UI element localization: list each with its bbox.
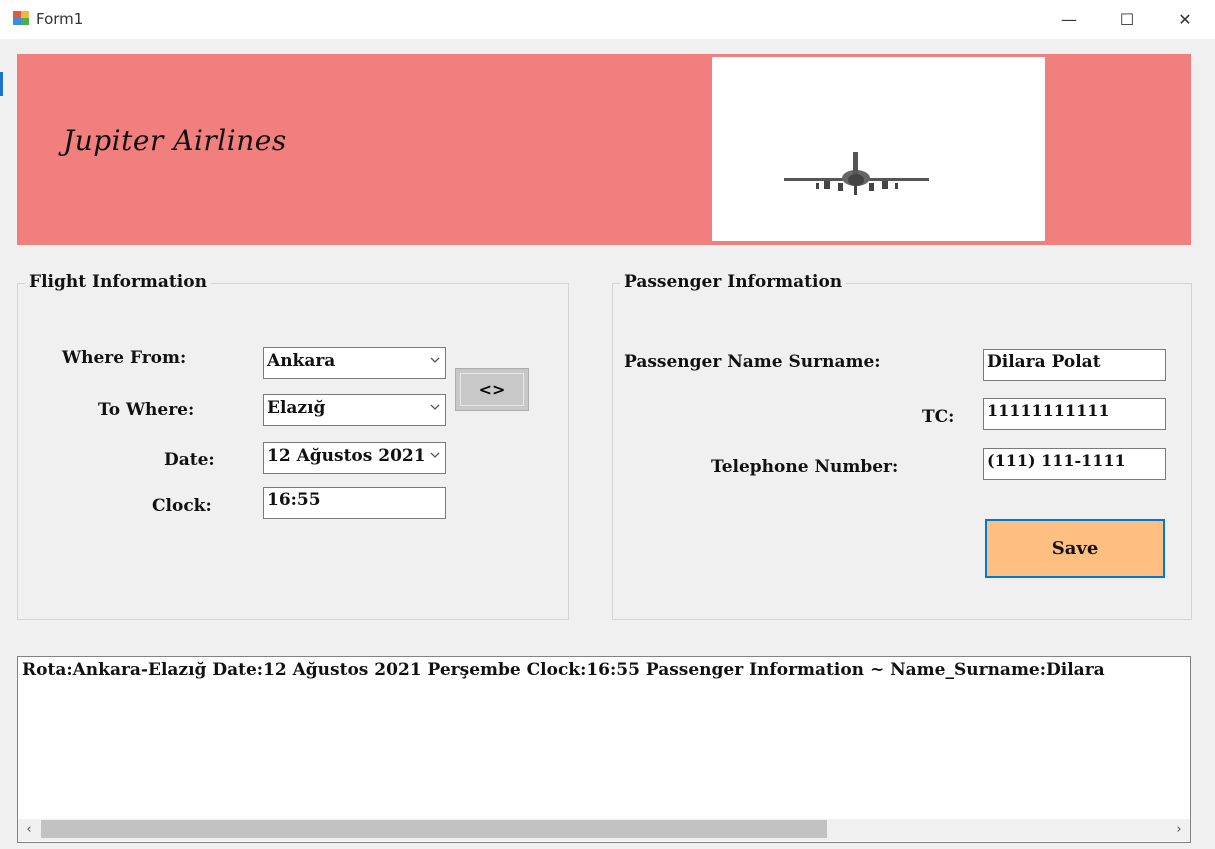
where-from-label: Where From: [62, 348, 187, 368]
close-icon: ✕ [1178, 10, 1192, 29]
where-from-value: Ankara [267, 351, 336, 371]
output-text: Rota:Ankara-Elazığ Date:12 Ağustos 2021 … [22, 660, 1105, 680]
airplane-icon [784, 152, 929, 195]
maximize-icon: ☐ [1119, 10, 1135, 29]
scroll-left-button[interactable]: ‹ [20, 819, 38, 839]
chevron-down-icon [430, 357, 440, 363]
edge-artifact [0, 72, 3, 96]
output-textbox[interactable] [17, 656, 1191, 843]
telephone-label: Telephone Number: [711, 457, 899, 477]
date-picker[interactable]: 12 Ağustos 2021 [263, 442, 446, 474]
save-button[interactable]: Save [985, 519, 1165, 578]
title-bar [0, 0, 1215, 39]
minimize-button[interactable]: — [1040, 0, 1098, 39]
clock-label: Clock: [152, 496, 212, 516]
brand-title: Jupiter Airlines [63, 124, 287, 157]
chevron-down-icon [430, 452, 440, 458]
telephone-input[interactable]: (111) 111-1111 [983, 448, 1166, 480]
swap-label: <> [460, 373, 524, 406]
tc-input[interactable]: 11111111111 [983, 398, 1166, 430]
clock-input[interactable]: 16:55 [263, 487, 446, 519]
to-where-label: To Where: [98, 400, 195, 420]
date-label: Date: [164, 450, 215, 470]
tc-label: TC: [922, 407, 955, 427]
scroll-right-button[interactable]: › [1170, 819, 1188, 839]
passenger-name-label: Passenger Name Surname: [624, 352, 881, 372]
date-value: 12 Ağustos 2021 [267, 446, 425, 466]
flight-group-title: Flight Information [25, 272, 211, 292]
maximize-button[interactable]: ☐ [1098, 0, 1156, 39]
airplane-image [712, 57, 1045, 241]
app-icon [13, 11, 29, 25]
close-button[interactable]: ✕ [1156, 0, 1214, 39]
to-where-value: Elazığ [267, 398, 326, 418]
minimize-icon: — [1061, 10, 1077, 29]
chevron-down-icon [430, 404, 440, 410]
scrollbar-thumb[interactable] [41, 820, 827, 838]
where-from-combobox[interactable]: Ankara [263, 347, 446, 379]
to-where-combobox[interactable]: Elazığ [263, 394, 446, 426]
swap-route-button[interactable]: <> [455, 368, 529, 411]
passenger-name-input[interactable]: Dilara Polat [983, 349, 1166, 381]
passenger-group-title: Passenger Information [620, 272, 847, 292]
window-title: Form1 [36, 10, 84, 28]
